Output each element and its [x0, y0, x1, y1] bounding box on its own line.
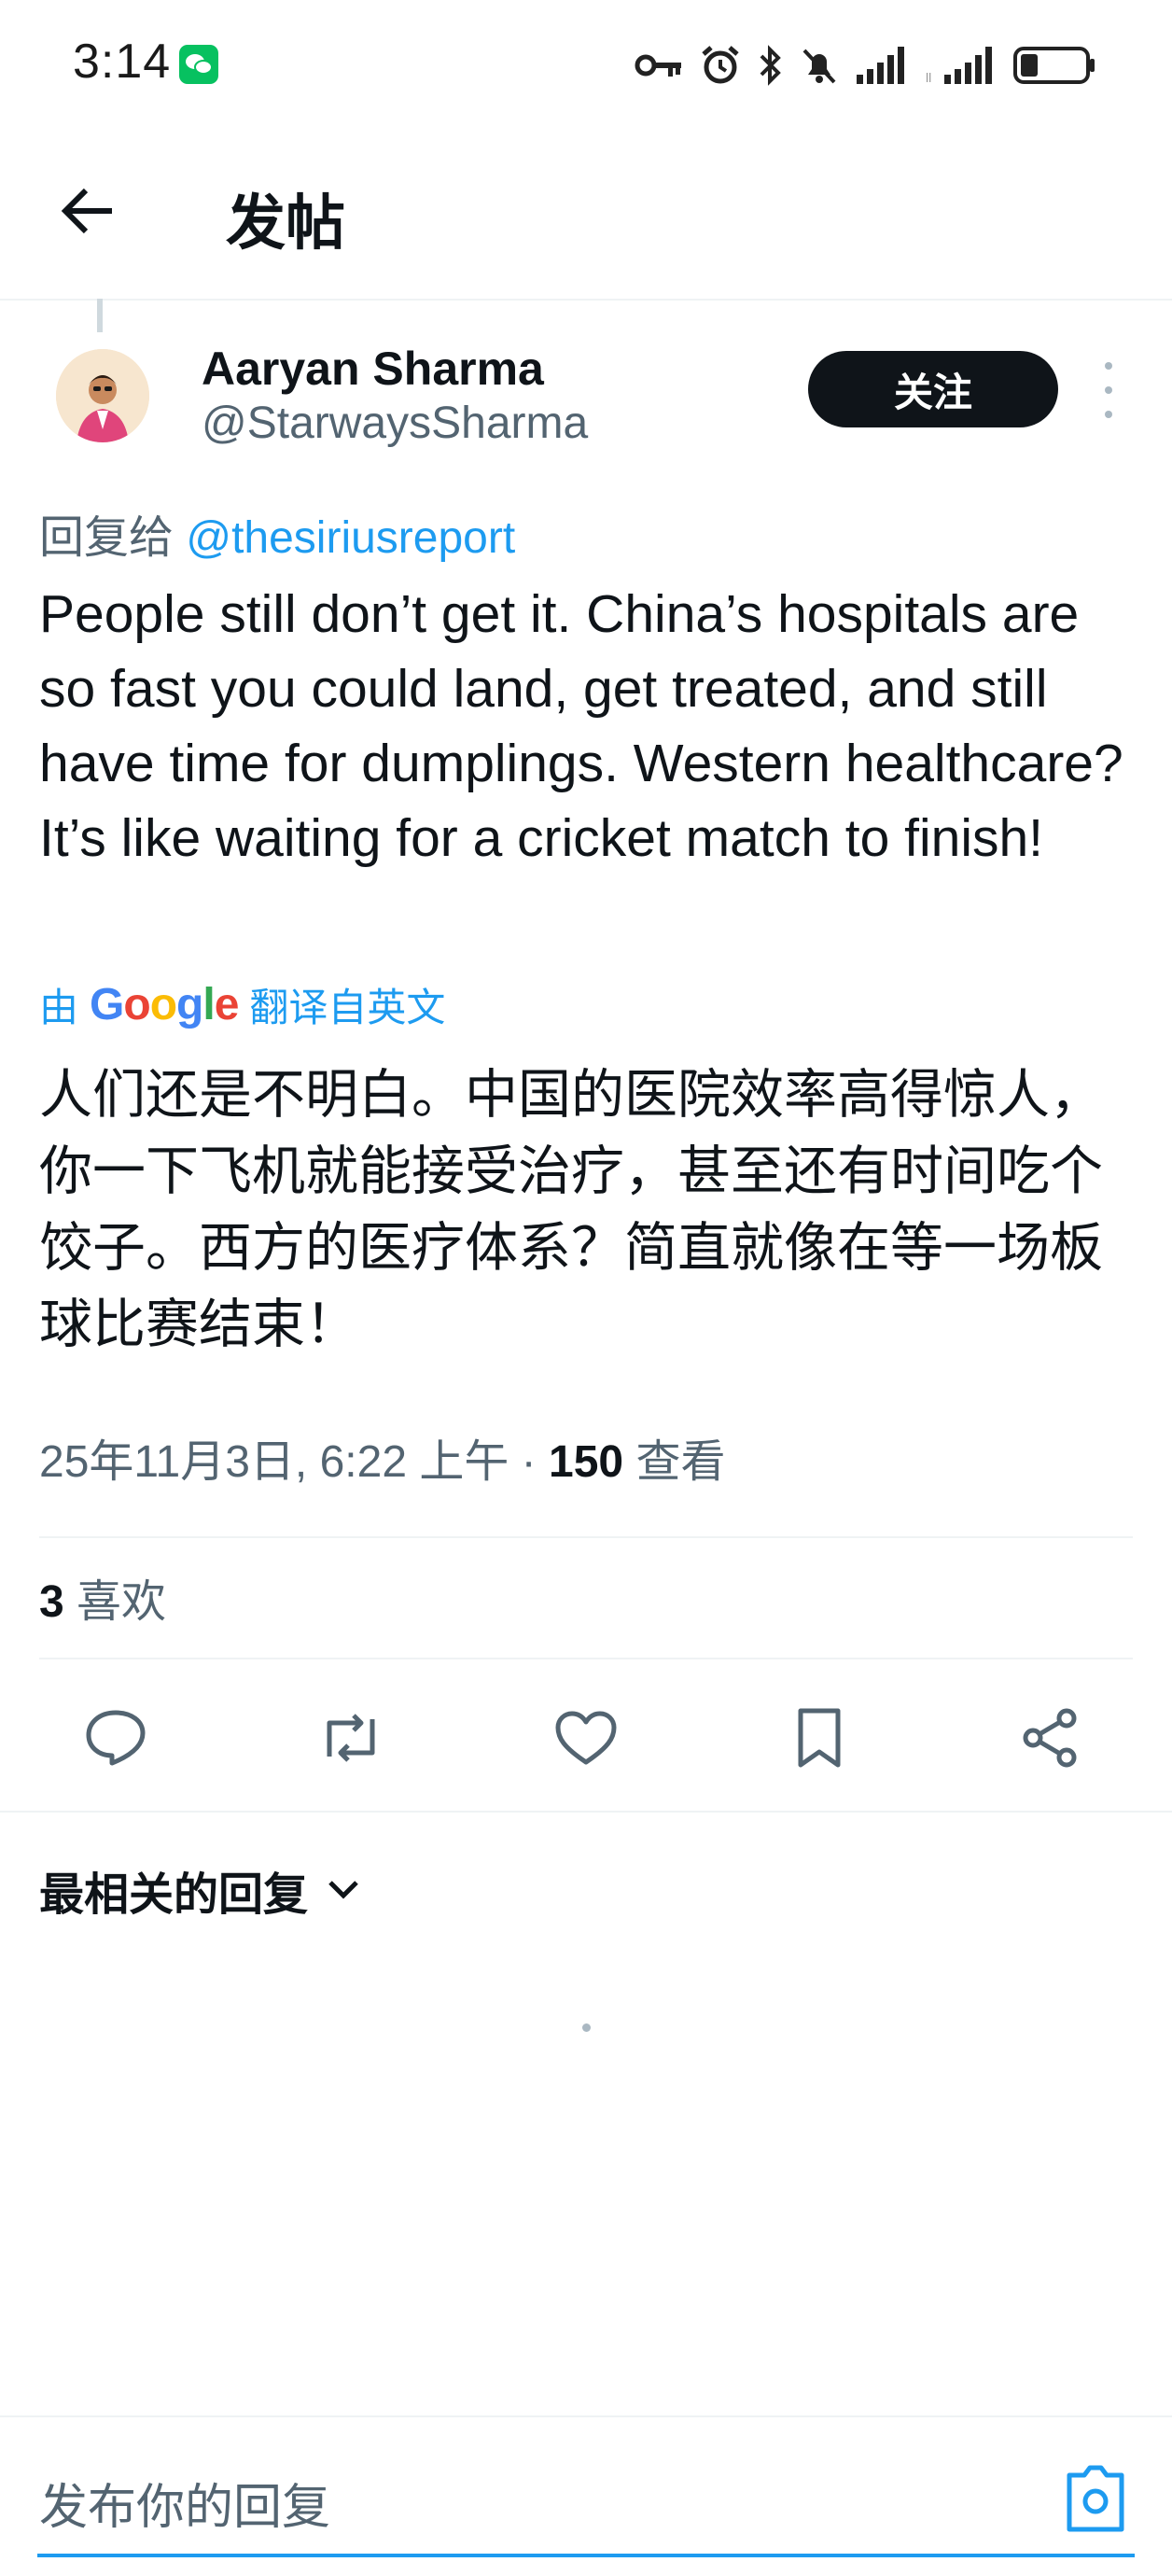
google-logo: Google	[90, 979, 239, 1029]
author-name[interactable]: Aaryan Sharma	[202, 342, 544, 396]
reply-sort-label: 最相关的回复	[39, 1870, 309, 1920]
likes-summary[interactable]: 3 喜欢	[39, 1564, 166, 1630]
repost-icon	[327, 1714, 375, 1762]
avatar[interactable]	[56, 349, 149, 442]
divider	[39, 1658, 1133, 1659]
likes-label: 喜欢	[63, 1577, 167, 1627]
composer-divider	[0, 2415, 1172, 2417]
likes-count: 3	[39, 1577, 64, 1627]
translate-prefix: 由	[39, 985, 79, 1029]
signal-2-icon: ll	[926, 47, 992, 84]
translated-post-text: 人们还是不明白。中国的医院效率高得惊人，你一下飞机就能接受治疗，甚至还有时间吃个…	[39, 1065, 1103, 1354]
reply-to-line: 回复给 @thesiriusreport	[39, 500, 515, 566]
loading-indicator	[582, 2023, 591, 2032]
status-time: 3:14	[73, 35, 172, 89]
repost-button[interactable]	[314, 1701, 388, 1775]
signal-icon	[857, 47, 904, 84]
views-label: 查看	[623, 1437, 726, 1487]
key-icon	[635, 54, 681, 77]
header-divider	[0, 299, 1172, 301]
mute-bell-icon	[802, 49, 836, 84]
divider	[0, 1811, 1172, 1813]
wechat-notification-icon	[179, 45, 218, 84]
share-button[interactable]	[1013, 1701, 1088, 1775]
reply-sort-dropdown[interactable]: 最相关的回复	[39, 1857, 360, 1923]
battery-icon	[1013, 47, 1095, 84]
translate-suffix: 翻译自英文	[249, 985, 446, 1029]
divider	[39, 1536, 1133, 1538]
views-count: 150	[549, 1437, 624, 1487]
comment-icon	[86, 1710, 146, 1766]
reply-button[interactable]	[78, 1701, 153, 1775]
back-button[interactable]	[54, 177, 121, 245]
action-bar	[0, 1680, 1172, 1792]
post-datetime: 25年11月3日, 6:22 上午 ·	[39, 1437, 550, 1487]
follow-button[interactable]: 关注	[808, 351, 1058, 427]
bookmark-button[interactable]	[782, 1701, 857, 1775]
camera-button[interactable]	[1064, 2464, 1127, 2537]
post-meta: 25年11月3日, 6:22 上午 · 150 查看	[39, 1424, 725, 1490]
reply-mention-link[interactable]: @thesiriusreport	[186, 513, 515, 563]
translation-attribution[interactable]: 由 Google 翻译自英文	[39, 976, 445, 1032]
avatar-illustration-icon	[56, 349, 149, 442]
camera-icon	[1067, 2465, 1124, 2532]
share-icon	[1023, 1708, 1077, 1768]
more-options-icon[interactable]	[1090, 362, 1127, 418]
reply-prefix: 回复给	[39, 513, 187, 563]
composer-underline	[37, 2554, 1135, 2557]
like-button[interactable]	[549, 1701, 623, 1775]
status-icons: ll	[635, 37, 1097, 93]
reply-input[interactable]: 发布你的回复	[39, 2468, 330, 2538]
author-handle[interactable]: @StarwaysSharma	[202, 398, 588, 449]
post-text: People still don’t get it. China’s hospi…	[39, 584, 1123, 868]
heart-icon	[555, 1711, 617, 1765]
page-title: 发帖	[226, 189, 345, 257]
chevron-down-icon	[328, 1881, 358, 1899]
arrow-left-icon	[61, 188, 112, 234]
svg-text:ll: ll	[926, 70, 931, 84]
thread-connector-line	[97, 299, 103, 332]
bluetooth-icon	[760, 45, 781, 86]
bookmark-icon	[798, 1708, 841, 1768]
alarm-icon	[702, 46, 739, 84]
